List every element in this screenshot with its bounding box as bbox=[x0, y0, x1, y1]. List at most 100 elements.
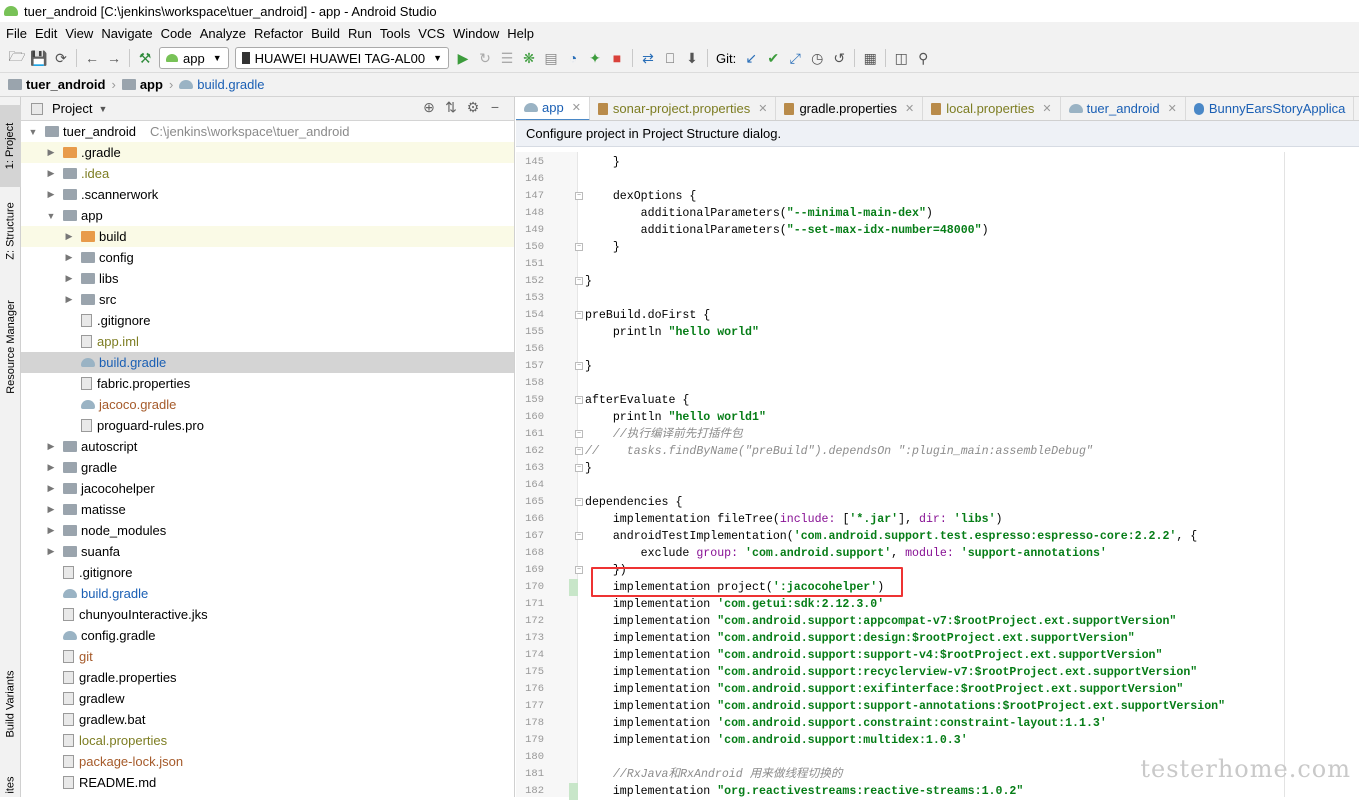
menu-run[interactable]: Run bbox=[344, 26, 376, 41]
make-hammer-icon[interactable]: ⚒ bbox=[134, 47, 156, 69]
collapse-arrow-icon[interactable]: ▶ bbox=[63, 231, 75, 242]
menu-navigate[interactable]: Navigate bbox=[97, 26, 156, 41]
fold-marker-icon[interactable]: − bbox=[575, 447, 583, 455]
menu-file[interactable]: File bbox=[2, 26, 31, 41]
collapse-arrow-icon[interactable]: ▶ bbox=[45, 504, 57, 515]
back-arrow-icon[interactable]: ← bbox=[81, 47, 103, 69]
editor-tab[interactable]: sonar-project.properties ✕ bbox=[590, 97, 777, 120]
menu-help[interactable]: Help bbox=[503, 26, 538, 41]
git-history-icon[interactable]: ◷ bbox=[806, 47, 828, 69]
breadcrumb-project[interactable]: tuer_android bbox=[8, 77, 105, 92]
editor-tab[interactable]: gradle.properties ✕ bbox=[776, 97, 924, 120]
git-push-icon[interactable]: ⤢ bbox=[784, 47, 806, 69]
coverage-icon[interactable]: ▤ bbox=[540, 47, 562, 69]
tree-item[interactable]: local.properties bbox=[21, 730, 514, 751]
forward-arrow-icon[interactable]: → bbox=[103, 47, 125, 69]
fold-marker-icon[interactable]: − bbox=[575, 532, 583, 540]
collapse-arrow-icon[interactable]: ▶ bbox=[45, 525, 57, 536]
stop-icon[interactable]: ■ bbox=[606, 47, 628, 69]
editor-tab[interactable]: tuer_android ✕ bbox=[1061, 97, 1186, 120]
editor-tab[interactable]: app ✕ bbox=[516, 97, 590, 120]
gear-icon[interactable]: ⚙ bbox=[462, 99, 484, 116]
tree-item[interactable]: ▶ matisse bbox=[21, 499, 514, 520]
sdk-manager-icon[interactable]: ⬇ bbox=[681, 47, 703, 69]
tree-item[interactable]: config.gradle bbox=[21, 625, 514, 646]
fold-marker-icon[interactable]: − bbox=[575, 498, 583, 506]
profile-icon[interactable]: ◔ bbox=[562, 47, 584, 69]
tree-item[interactable]: ▶ .idea bbox=[21, 163, 514, 184]
change-marker[interactable] bbox=[569, 579, 578, 596]
open-folder-icon[interactable]: 🗁 bbox=[6, 47, 28, 69]
tree-item[interactable]: jacoco.gradle bbox=[21, 394, 514, 415]
tree-item[interactable]: ▶ config bbox=[21, 247, 514, 268]
editor-tab[interactable]: local.properties ✕ bbox=[923, 97, 1061, 120]
menu-vcs[interactable]: VCS bbox=[414, 26, 449, 41]
tree-item[interactable]: proguard-rules.pro bbox=[21, 415, 514, 436]
code-editor[interactable]: 145 146 147 148 149 150 151 152 153 154 155 156 157 1… bbox=[516, 152, 1359, 800]
tree-item[interactable]: gradlew.bat bbox=[21, 709, 514, 730]
project-tool-tab[interactable]: 1: Project bbox=[0, 105, 21, 187]
tree-item[interactable]: ▼ app bbox=[21, 205, 514, 226]
collapse-arrow-icon[interactable]: ▶ bbox=[45, 147, 57, 158]
save-icon[interactable]: 💾 bbox=[28, 47, 50, 69]
fold-marker-icon[interactable]: − bbox=[575, 464, 583, 472]
fold-marker-icon[interactable]: − bbox=[575, 396, 583, 404]
attach-debugger-icon[interactable]: ✦ bbox=[584, 47, 606, 69]
fold-marker-icon[interactable]: − bbox=[575, 430, 583, 438]
run-icon[interactable]: ▶ bbox=[452, 47, 474, 69]
collapse-arrow-icon[interactable]: ▶ bbox=[63, 252, 75, 263]
menu-view[interactable]: View bbox=[61, 26, 97, 41]
tree-item[interactable]: gradlew bbox=[21, 688, 514, 709]
tree-item[interactable]: ▶ node_modules bbox=[21, 520, 514, 541]
close-icon[interactable]: ✕ bbox=[572, 101, 581, 114]
chevron-down-icon[interactable]: ▼ bbox=[98, 104, 107, 114]
tree-item[interactable]: ▶ .scannerwork bbox=[21, 184, 514, 205]
collapse-arrow-icon[interactable]: ▶ bbox=[45, 189, 57, 200]
breadcrumb-module[interactable]: app bbox=[121, 77, 163, 92]
close-icon[interactable]: ✕ bbox=[758, 102, 767, 115]
collapse-arrow-icon[interactable]: ▶ bbox=[63, 273, 75, 284]
tree-item[interactable]: .gitignore bbox=[21, 310, 514, 331]
collapse-arrow-icon[interactable]: ▶ bbox=[45, 546, 57, 557]
tree-item[interactable]: ▶ suanfa bbox=[21, 541, 514, 562]
tree-item[interactable]: README.md bbox=[21, 772, 514, 793]
sync-icon[interactable]: ⟳ bbox=[50, 47, 72, 69]
collapse-all-icon[interactable]: ⇅ bbox=[440, 99, 462, 116]
apply-changes-icon[interactable]: ↻ bbox=[474, 47, 496, 69]
git-commit-icon[interactable]: ✔ bbox=[762, 47, 784, 69]
tree-item[interactable]: fabric.properties bbox=[21, 373, 514, 394]
fold-marker-icon[interactable]: − bbox=[575, 362, 583, 370]
tree-item[interactable]: ▼ tuer_android C:\jenkins\workspace\tuer_a… bbox=[21, 121, 514, 142]
menu-window[interactable]: Window bbox=[449, 26, 503, 41]
tree-item[interactable]: build.gradle bbox=[21, 352, 514, 373]
project-view-select[interactable]: Project bbox=[52, 101, 92, 116]
close-icon[interactable]: ✕ bbox=[1042, 102, 1051, 115]
tree-item[interactable]: app.iml bbox=[21, 331, 514, 352]
tree-item[interactable]: gradle.properties bbox=[21, 667, 514, 688]
debug-icon[interactable]: ❋ bbox=[518, 47, 540, 69]
tree-item[interactable]: ▶ build bbox=[21, 226, 514, 247]
device-select[interactable]: HUAWEI HUAWEI TAG-AL00 ▼ bbox=[234, 47, 450, 69]
editor-tab[interactable]: BunnyEarsStoryApplica bbox=[1186, 97, 1355, 120]
fold-marker-icon[interactable]: − bbox=[575, 311, 583, 319]
tree-item[interactable]: build.gradle bbox=[21, 583, 514, 604]
collapse-arrow-icon[interactable]: ▶ bbox=[45, 441, 57, 452]
git-revert-icon[interactable]: ↺ bbox=[828, 47, 850, 69]
project-structure-icon[interactable]: ▦ bbox=[859, 47, 881, 69]
terminal-icon[interactable]: ◫ bbox=[890, 47, 912, 69]
collapse-arrow-icon[interactable]: ▶ bbox=[45, 462, 57, 473]
menu-edit[interactable]: Edit bbox=[31, 26, 61, 41]
change-marker[interactable] bbox=[569, 783, 578, 800]
collapse-arrow-icon[interactable]: ▶ bbox=[45, 483, 57, 494]
menu-analyze[interactable]: Analyze bbox=[196, 26, 250, 41]
menu-code[interactable]: Code bbox=[157, 26, 196, 41]
tree-item[interactable]: ▶ .gradle bbox=[21, 142, 514, 163]
menu-tools[interactable]: Tools bbox=[376, 26, 414, 41]
tree-item[interactable]: ▶ libs bbox=[21, 268, 514, 289]
fold-marker-icon[interactable]: − bbox=[575, 192, 583, 200]
tree-item[interactable]: chunyouInteractive.jks bbox=[21, 604, 514, 625]
locate-icon[interactable]: ⊕ bbox=[418, 99, 440, 116]
collapse-arrow-icon[interactable]: ▶ bbox=[63, 294, 75, 305]
close-icon[interactable]: ✕ bbox=[1168, 102, 1177, 115]
tree-item[interactable]: ▶ src bbox=[21, 289, 514, 310]
